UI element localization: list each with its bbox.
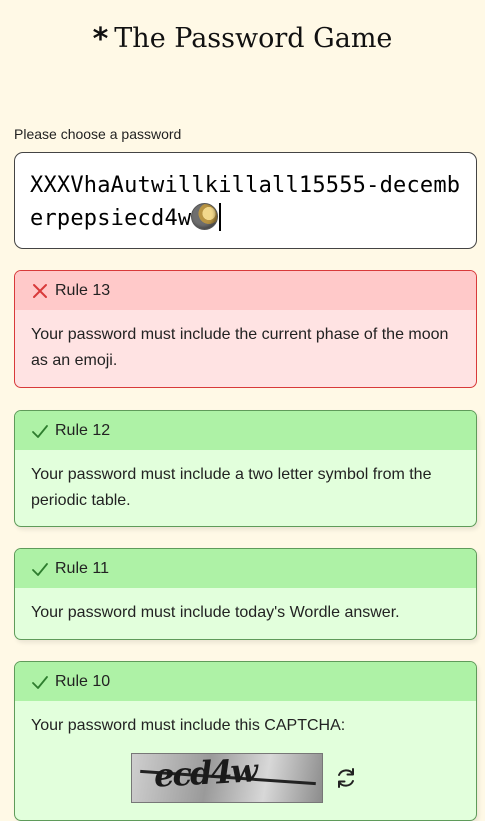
captcha-text: ecd4w: [153, 753, 257, 795]
password-input[interactable]: XXXVhaAutwillkillall15555-decemberpepsie…: [14, 152, 477, 249]
rule-header: Rule 13: [15, 271, 476, 310]
page-title-text: The Password Game: [114, 23, 393, 54]
rule-label: Rule 13: [55, 281, 111, 299]
password-label: Please choose a password: [14, 126, 182, 142]
rule-12-card: Rule 12 Your password must include a two…: [14, 410, 477, 527]
rule-header: Rule 10: [15, 662, 476, 701]
captcha-row: ecd4w: [31, 753, 460, 803]
refresh-icon[interactable]: [333, 765, 359, 791]
rule-label: Rule 10: [55, 672, 111, 690]
x-mark-icon: [33, 283, 47, 298]
checkmark-icon: [32, 675, 48, 689]
rule-11-card: Rule 11 Your password must include today…: [14, 548, 477, 640]
rule-header: Rule 11: [15, 549, 476, 588]
password-value[interactable]: XXXVhaAutwillkillall15555-decemberpepsie…: [30, 173, 460, 231]
captcha-image: ecd4w: [131, 753, 323, 803]
rule-header: Rule 12: [15, 411, 476, 450]
moon-emoji-icon: [191, 203, 219, 230]
rule-text: Your password must include today's Wordl…: [31, 604, 400, 621]
asterisk-icon: *: [92, 22, 109, 57]
page-title: * The Password Game: [0, 22, 485, 57]
rule-10-card: Rule 10 Your password must include this …: [14, 661, 477, 821]
rule-text: Your password must include this CAPTCHA:: [31, 717, 346, 734]
rule-13-card: Rule 13 Your password must include the c…: [14, 270, 477, 388]
checkmark-icon: [32, 562, 48, 576]
checkmark-icon: [32, 424, 48, 438]
rule-label: Rule 11: [55, 559, 109, 577]
rule-text: Your password must include a two letter …: [31, 466, 432, 509]
rule-text: Your password must include the current p…: [31, 326, 449, 369]
password-value-container[interactable]: XXXVhaAutwillkillall15555-decemberpepsie…: [30, 169, 462, 235]
rule-label: Rule 12: [55, 421, 111, 439]
text-caret: [219, 203, 221, 231]
